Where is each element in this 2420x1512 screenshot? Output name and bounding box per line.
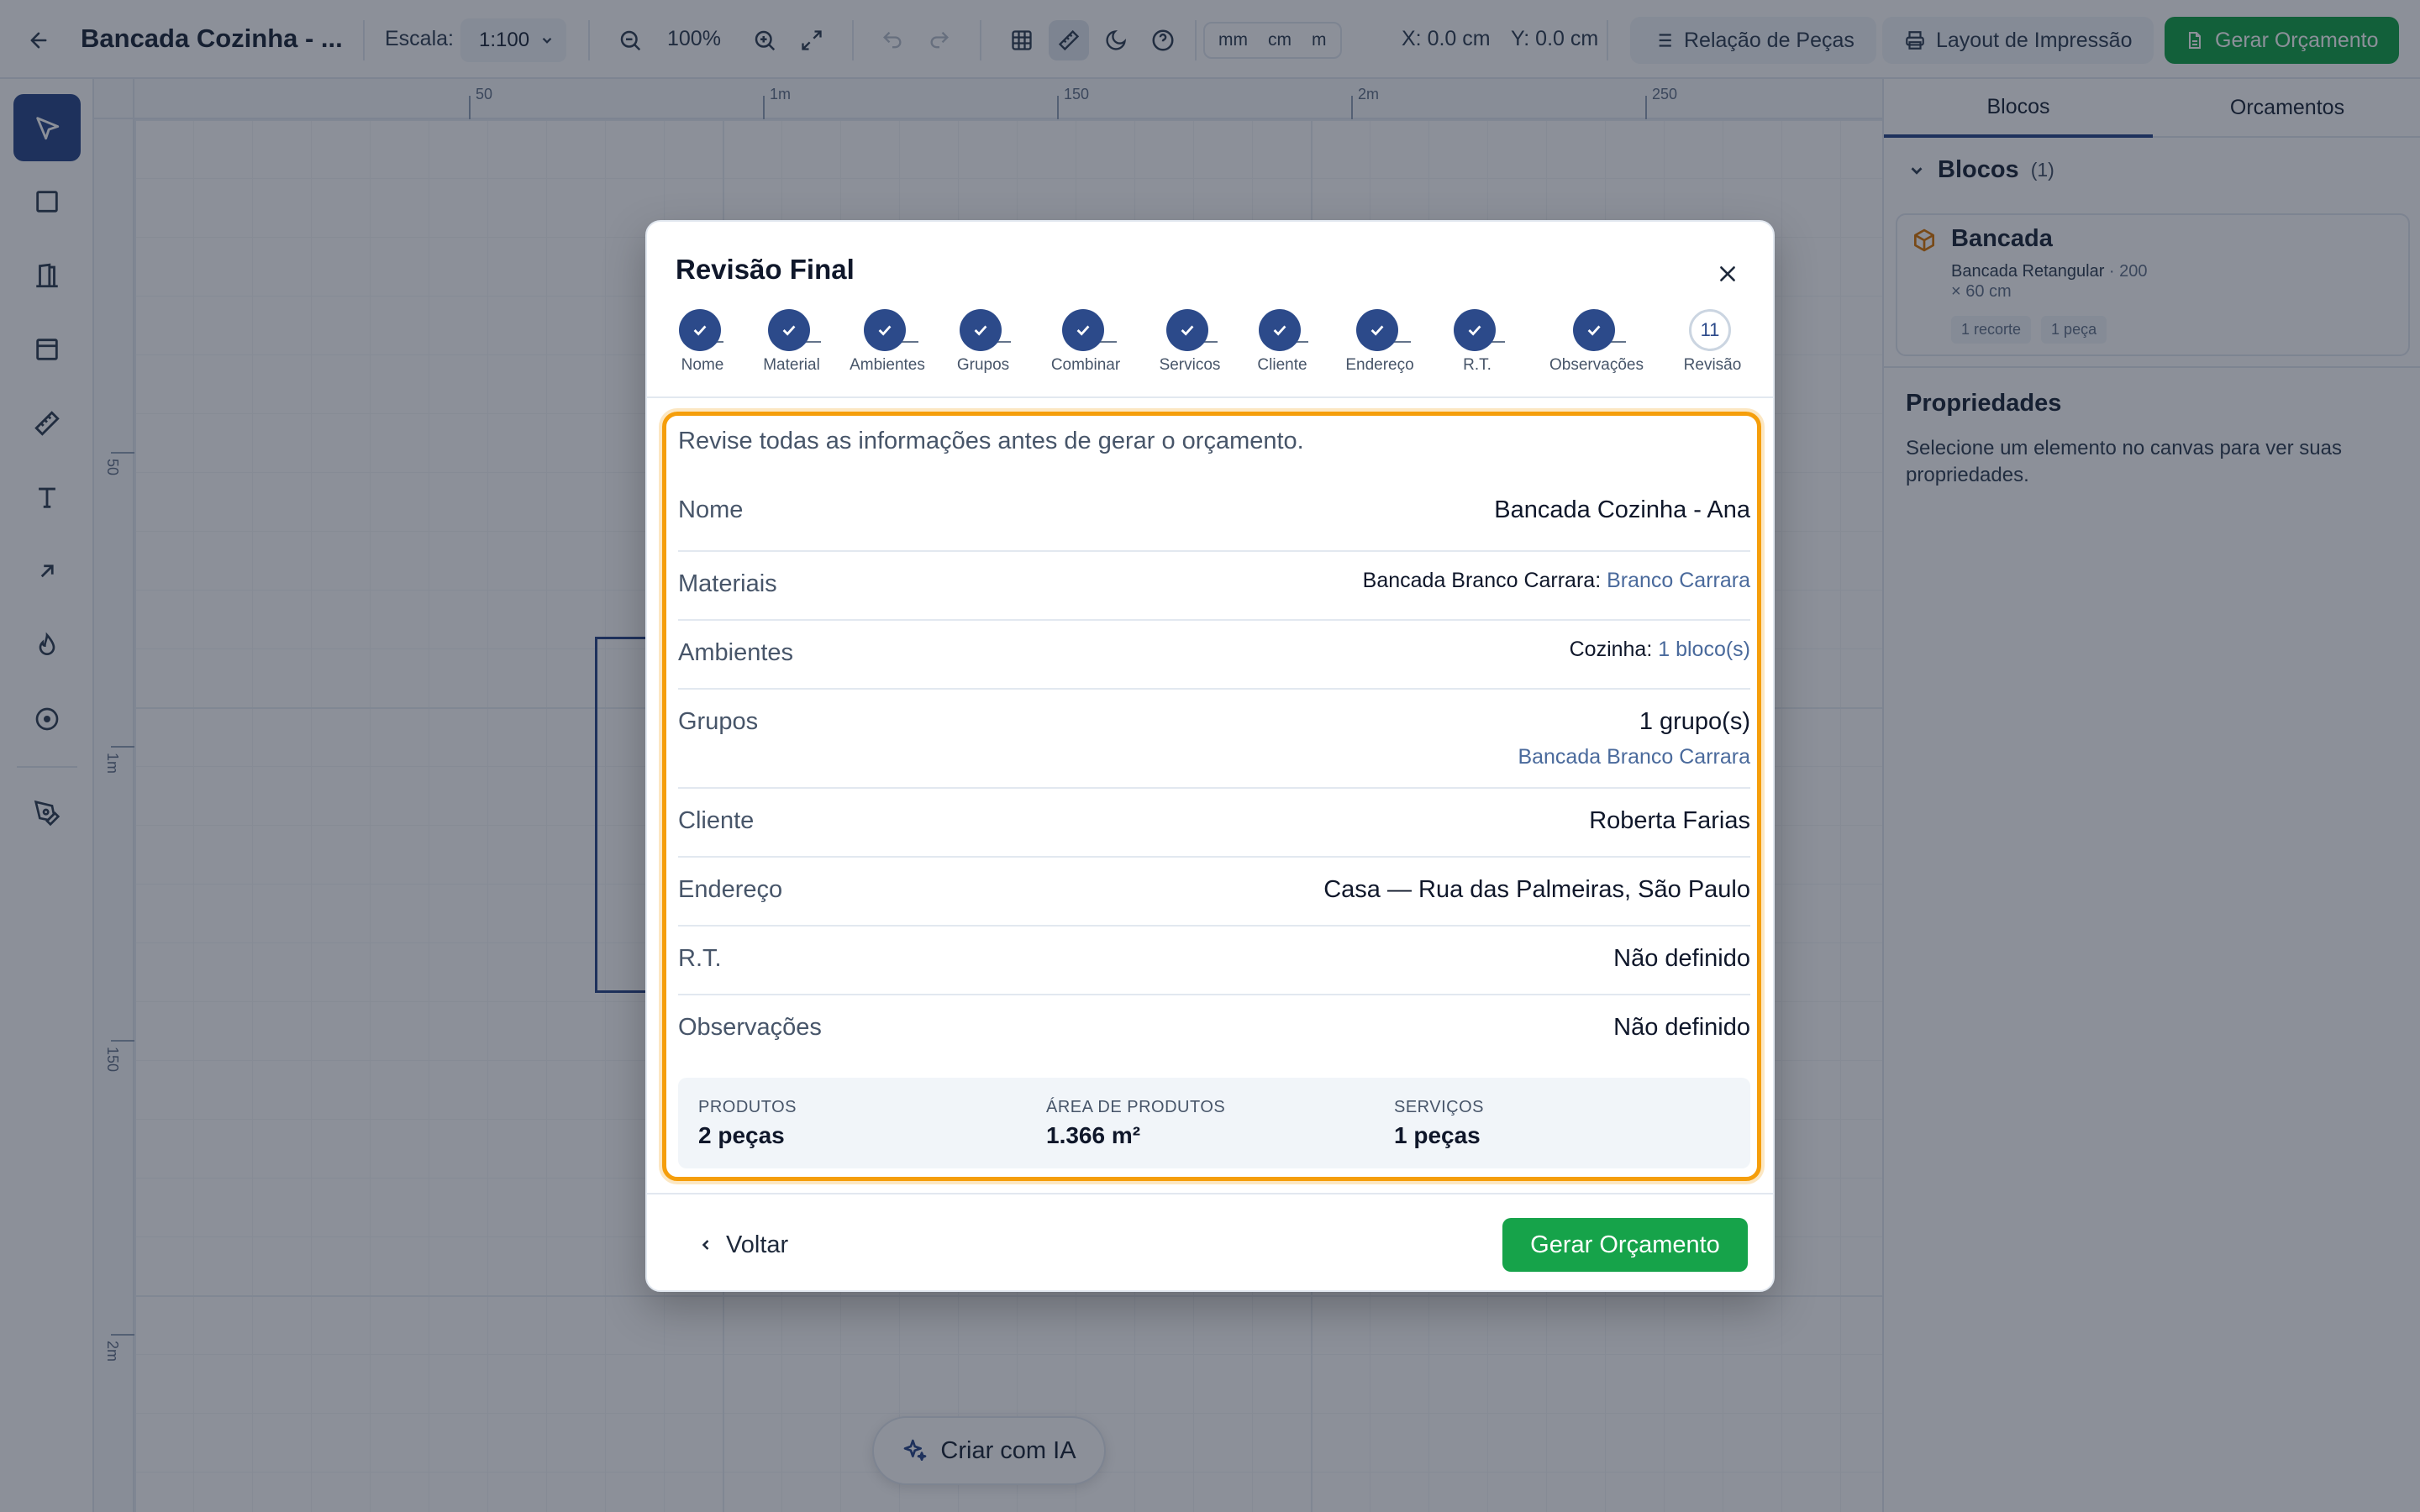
summary-area: ÁREA DE PRODUTOS 1.366 m² xyxy=(1046,1098,1225,1149)
check-icon xyxy=(974,325,987,336)
summary-value: 2 peças xyxy=(698,1122,785,1148)
row-label: R.T. xyxy=(678,945,722,972)
back-label: Voltar xyxy=(726,1231,789,1258)
step-circle-material[interactable] xyxy=(768,309,810,351)
step-circle-endereco[interactable] xyxy=(1356,309,1398,351)
step-label-grupos: Grupos xyxy=(956,356,1010,374)
step-circle-combinar[interactable] xyxy=(1062,309,1104,351)
check-icon xyxy=(1076,325,1090,336)
row-label: Grupos xyxy=(678,708,759,735)
step-label-material: Material xyxy=(763,356,820,374)
check-icon xyxy=(1468,325,1481,336)
row-label: Ambientes xyxy=(678,639,794,666)
totals-summary: PRODUTOS 2 peças ÁREA DE PRODUTOS 1.366 … xyxy=(678,1078,1750,1168)
review-row-nome: Nome Bancada Cozinha - Ana xyxy=(678,483,1750,552)
step-label-revisao: Revisão xyxy=(1683,356,1742,374)
ambiente-value: 1 bloco(s) xyxy=(1658,638,1750,661)
summary-label: ÁREA DE PRODUTOS xyxy=(1046,1098,1226,1116)
check-icon xyxy=(693,325,707,336)
row-value: 1 grupo(s) xyxy=(1639,708,1750,735)
review-row-grupos: Grupos 1 grupo(s) Bancada Branco Carrara xyxy=(678,690,1750,789)
check-icon xyxy=(1273,325,1286,336)
close-icon[interactable] xyxy=(1711,257,1744,291)
step-label-nome: Nome xyxy=(681,356,724,374)
row-label: Observações xyxy=(678,1014,822,1041)
check-icon xyxy=(1587,325,1601,336)
summary-servicos: SERVIÇOS 1 peças xyxy=(1394,1098,1484,1149)
step-circle-revisao[interactable]: 11 xyxy=(1689,309,1731,351)
review-summary-box: Revise todas as informações antes de ger… xyxy=(662,412,1761,1181)
step-circle-ambientes[interactable] xyxy=(864,309,906,351)
step-circle-nome[interactable] xyxy=(679,309,721,351)
review-row-ambientes: Ambientes Cozinha: 1 bloco(s) xyxy=(678,621,1750,690)
review-row-endereco: Endereço Casa — Rua das Palmeiras, São P… xyxy=(678,858,1750,927)
modal-footer: Voltar Gerar Orçamento xyxy=(647,1194,1773,1290)
final-review-modal: Revisão Final 11 Nome Material Ambientes… xyxy=(645,220,1775,1292)
ambiente-key: Cozinha: xyxy=(1569,638,1653,661)
material-value: Branco Carrara xyxy=(1607,569,1750,592)
row-label: Endereço xyxy=(678,876,783,903)
step-circle-grupos[interactable] xyxy=(960,309,1002,351)
row-label: Nome xyxy=(678,496,744,523)
review-row-cliente: Cliente Roberta Farias xyxy=(678,789,1750,858)
review-row-materiais: Materiais Bancada Branco Carrara: Branco… xyxy=(678,552,1750,621)
step-circle-servicos[interactable] xyxy=(1166,309,1208,351)
back-button[interactable]: Voltar xyxy=(697,1221,788,1268)
step-label-endereco: Endereço xyxy=(1345,356,1414,374)
check-icon xyxy=(782,325,796,336)
row-value: Não definido xyxy=(1613,945,1750,972)
row-label: Materiais xyxy=(678,570,777,597)
row-value: Casa — Rua das Palmeiras, São Paulo xyxy=(1323,876,1750,903)
current-step-number: 11 xyxy=(1700,319,1720,340)
step-label-rt: R.T. xyxy=(1463,356,1491,374)
review-intro: Revise todas as informações antes de ger… xyxy=(678,428,1304,454)
summary-label: PRODUTOS xyxy=(698,1098,797,1116)
step-label-cliente: Cliente xyxy=(1257,356,1307,374)
summary-label: SERVIÇOS xyxy=(1394,1098,1484,1116)
review-row-observacoes: Observações Não definido xyxy=(678,995,1750,1064)
row-value: Roberta Farias xyxy=(1589,807,1750,834)
generate-quote-button[interactable]: Gerar Orçamento xyxy=(1502,1218,1748,1272)
modal-title: Revisão Final xyxy=(676,254,855,285)
summary-value: 1.366 m² xyxy=(1046,1122,1141,1148)
row-label: Cliente xyxy=(678,807,755,834)
step-circle-observacoes[interactable] xyxy=(1573,309,1615,351)
review-row-rt: R.T. Não definido xyxy=(678,927,1750,995)
step-label-servicos: Servicos xyxy=(1159,356,1221,374)
chevron-left-icon xyxy=(702,1240,709,1250)
step-label-ambientes: Ambientes xyxy=(850,356,925,374)
step-label-combinar: Combinar xyxy=(1050,356,1121,374)
step-label-observacoes: Observações xyxy=(1549,356,1644,374)
summary-produtos: PRODUTOS 2 peças xyxy=(698,1098,797,1149)
row-value: Bancada Cozinha - Ana xyxy=(1494,496,1750,523)
step-circle-cliente[interactable] xyxy=(1259,309,1301,351)
group-name: Bancada Branco Carrara xyxy=(1518,745,1750,769)
summary-value: 1 peças xyxy=(1394,1122,1481,1148)
material-key: Bancada Branco Carrara: xyxy=(1362,569,1602,592)
check-icon xyxy=(1181,325,1194,336)
step-circle-rt[interactable] xyxy=(1454,309,1496,351)
row-value: Não definido xyxy=(1613,1014,1750,1041)
check-icon xyxy=(1370,325,1384,336)
check-icon xyxy=(878,325,892,336)
